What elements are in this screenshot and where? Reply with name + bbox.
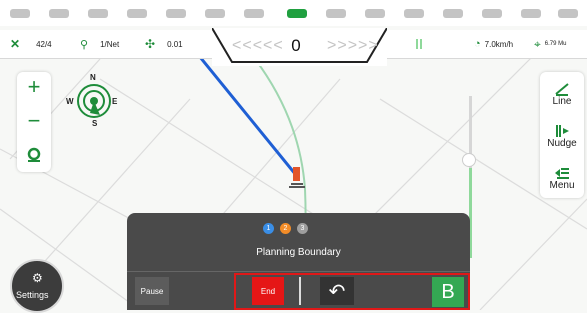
pause-button[interactable]: Pause	[135, 277, 169, 305]
end-button[interactable]: End	[252, 277, 284, 305]
page-indicator[interactable]	[365, 9, 385, 18]
panel-divider	[127, 271, 470, 272]
planning-steps: 1 2 3	[263, 223, 308, 234]
page-indicator[interactable]	[521, 9, 541, 18]
nudge-icon	[556, 124, 569, 137]
location-pin-icon: ⚲	[80, 38, 89, 51]
bar-icon	[416, 39, 422, 49]
page-indicator[interactable]	[127, 9, 147, 18]
compass-east: E	[112, 97, 118, 106]
cross-track-left-arrows: <<<<<	[232, 37, 284, 54]
page-indicator[interactable]	[244, 9, 264, 18]
wifi-icon: ◔	[474, 38, 481, 50]
settings-button[interactable]: ⚙ Settings	[10, 259, 64, 313]
line-button[interactable]: Line	[540, 74, 584, 114]
page-indicator[interactable]	[10, 9, 30, 18]
speed-value: 7.0km/h	[484, 39, 514, 49]
planning-boundary-panel: 1 2 3 Planning Boundary Pause End ↶ B	[127, 213, 470, 310]
offset-slider-handle[interactable]	[462, 153, 476, 167]
page-indicator-active[interactable]	[287, 9, 307, 18]
page-indicator[interactable]	[558, 9, 578, 18]
rate-status: ⌖ 6.79 Mu	[534, 30, 566, 58]
rate-value: 6.79 Mu	[544, 41, 567, 47]
undo-button[interactable]: ↶	[320, 277, 354, 305]
top-indicator-bar	[0, 0, 587, 26]
step-3-indicator: 3	[297, 223, 308, 234]
planning-title: Planning Boundary	[256, 247, 341, 258]
page-indicator[interactable]	[482, 9, 502, 18]
page-indicator[interactable]	[49, 9, 69, 18]
nudge-button[interactable]: Nudge	[540, 116, 584, 156]
compass-north: N	[90, 73, 96, 82]
compass-south: S	[92, 119, 98, 128]
undo-icon: ↶	[328, 280, 346, 303]
cross-track-value: 0	[291, 36, 301, 55]
plus-icon: +	[27, 74, 41, 99]
action-separator	[299, 277, 301, 305]
page-indicator[interactable]	[88, 9, 108, 18]
crosshair-icon: ✣	[145, 37, 156, 51]
page-indicator[interactable]	[443, 9, 463, 18]
right-menu-panel: Line Nudge Menu	[540, 72, 584, 198]
offset-status: ✣ 0.01	[145, 30, 183, 58]
point-b-button[interactable]: B	[432, 277, 464, 307]
satellite-status: ✕ 42/4	[10, 30, 52, 58]
offset-value: 0.01	[167, 39, 183, 49]
page-indicator[interactable]	[404, 9, 424, 18]
page-indicator[interactable]	[166, 9, 186, 18]
zoom-panel: + −	[17, 72, 51, 172]
signal-text: 1/Net	[100, 39, 120, 49]
compass-west: W	[66, 97, 74, 106]
satellite-count: 42/4	[36, 39, 52, 49]
area-icon: ⌖	[534, 36, 541, 51]
step-2-indicator: 2	[280, 223, 291, 234]
minus-icon: −	[27, 108, 41, 133]
cross-track-panel: <<<<< 0 >>>>>	[212, 28, 387, 66]
zoom-in-button[interactable]: +	[17, 72, 51, 102]
gear-icon: ⚙	[32, 271, 43, 285]
page-indicator[interactable]	[205, 9, 225, 18]
nudge-label: Nudge	[547, 137, 577, 149]
locate-icon	[27, 147, 41, 162]
page-indicator[interactable]	[326, 9, 346, 18]
satellite-icon: ✕	[10, 37, 21, 51]
line-label: Line	[552, 95, 572, 107]
menu-icon	[555, 167, 569, 179]
step-1-indicator: 1	[263, 223, 274, 234]
menu-button[interactable]: Menu	[540, 158, 584, 198]
locate-button[interactable]	[17, 140, 51, 170]
cross-track-right-arrows: >>>>>	[327, 37, 379, 54]
speed-status: ◔ 7.0km/h	[474, 30, 513, 58]
travelled-track	[199, 59, 298, 176]
line-icon	[555, 82, 569, 96]
grid-line	[479, 198, 587, 310]
zoom-out-button[interactable]: −	[17, 106, 51, 136]
menu-label: Menu	[549, 179, 575, 191]
compass[interactable]: N W E S	[66, 73, 126, 131]
signal-status: ⚲ 1/Net	[80, 30, 119, 58]
guidance-bar-icon	[414, 30, 424, 58]
settings-label: Settings	[16, 290, 49, 300]
